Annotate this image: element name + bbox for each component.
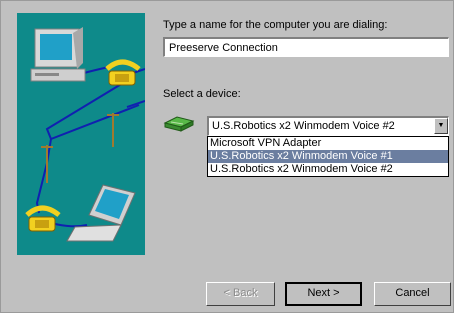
device-option-modem-1[interactable]: U.S.Robotics x2 Winmodem Voice #1 xyxy=(208,150,448,163)
laptop-icon xyxy=(66,184,136,242)
next-button[interactable]: Next > xyxy=(285,282,362,306)
connection-name-input[interactable]: Preeserve Connection xyxy=(163,37,449,57)
telephone-icon xyxy=(25,205,61,232)
device-option-modem-2[interactable]: U.S.Robotics x2 Winmodem Voice #2 xyxy=(208,163,448,176)
telephone-pole-right xyxy=(107,113,119,147)
device-select[interactable]: U.S.Robotics x2 Winmodem Voice #2 ▼ xyxy=(207,116,449,136)
wizard-illustration xyxy=(17,13,145,255)
make-new-connection-dialog: Type a name for the computer you are dia… xyxy=(0,0,454,313)
connection-name-label: Type a name for the computer you are dia… xyxy=(163,19,388,31)
device-option-vpn[interactable]: Microsoft VPN Adapter xyxy=(208,137,448,150)
cancel-button[interactable]: Cancel xyxy=(374,282,451,306)
back-button[interactable]: < Back xyxy=(206,282,275,306)
device-label: Select a device: xyxy=(163,88,241,100)
computer-icon xyxy=(30,27,86,82)
dropdown-arrow-icon[interactable]: ▼ xyxy=(434,118,448,134)
modem-icon xyxy=(163,113,195,133)
device-select-value: U.S.Robotics x2 Winmodem Voice #2 xyxy=(212,120,395,132)
device-dropdown-list: Microsoft VPN Adapter U.S.Robotics x2 Wi… xyxy=(207,136,449,177)
telephone-icon xyxy=(105,59,141,86)
